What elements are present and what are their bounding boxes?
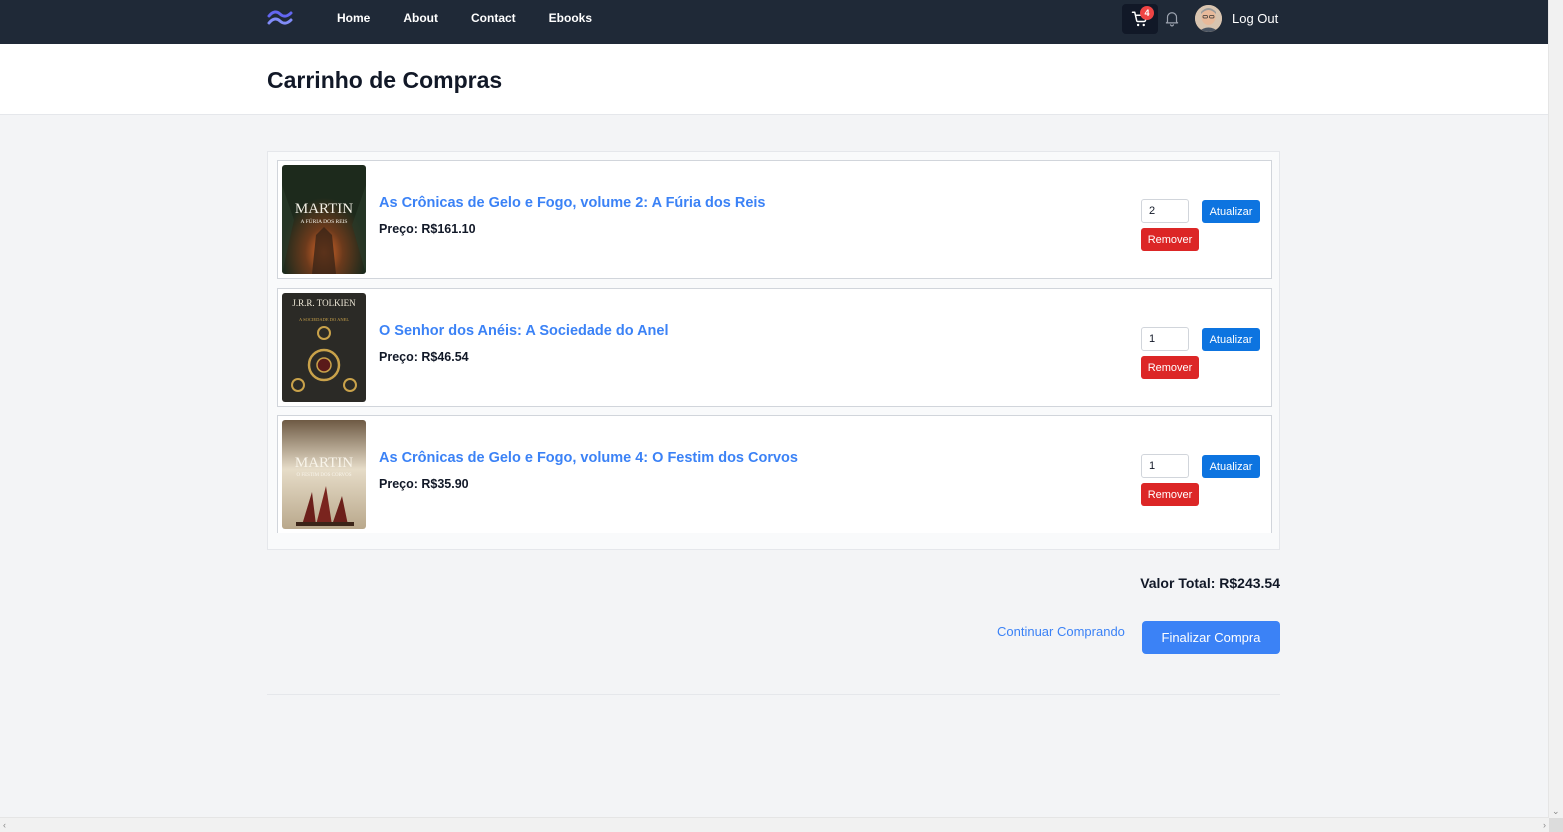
book-cover-art: J.R.R. TOLKIEN A SOCIEDADE DO ANEL xyxy=(282,293,366,402)
navbar-inner: Home About Contact Ebooks 4 Log Out xyxy=(267,0,1280,44)
item-price: Preço: R$46.54 xyxy=(379,350,469,364)
cover-author: J.R.R. TOLKIEN xyxy=(292,298,356,308)
book-cover-art: MARTIN O FESTIM DOS CORVOS xyxy=(282,420,366,529)
bell-icon[interactable] xyxy=(1163,9,1181,27)
cart-panel: MARTIN A FÚRIA DOS REIS As Crônicas de G… xyxy=(267,151,1280,550)
horizontal-scrollbar[interactable]: ‹ › xyxy=(0,817,1549,832)
remove-button[interactable]: Remover xyxy=(1141,483,1199,506)
logout-link[interactable]: Log Out xyxy=(1232,11,1278,26)
item-title[interactable]: As Crônicas de Gelo e Fogo, volume 4: O … xyxy=(379,450,798,466)
avatar[interactable] xyxy=(1195,5,1222,32)
update-button[interactable]: Atualizar xyxy=(1202,200,1260,223)
avatar-image xyxy=(1195,5,1222,32)
quantity-input[interactable] xyxy=(1141,327,1189,351)
cover-subtitle: A FÚRIA DOS REIS xyxy=(301,217,348,225)
nav-link-home[interactable]: Home xyxy=(337,11,370,25)
item-title[interactable]: As Crônicas de Gelo e Fogo, volume 2: A … xyxy=(379,195,765,211)
page-title: Carrinho de Compras xyxy=(267,67,503,93)
page-header: Carrinho de Compras xyxy=(0,44,1549,115)
item-price: Preço: R$35.90 xyxy=(379,477,469,491)
checkout-button[interactable]: Finalizar Compra xyxy=(1142,621,1280,654)
scroll-left-arrow-icon[interactable]: ‹ xyxy=(3,820,6,830)
item-title[interactable]: O Senhor dos Anéis: A Sociedade do Anel xyxy=(379,323,669,339)
quantity-input[interactable] xyxy=(1141,199,1189,223)
book-cover: MARTIN O FESTIM DOS CORVOS xyxy=(282,420,366,529)
navbar: Home About Contact Ebooks 4 Log Out xyxy=(0,0,1549,44)
cover-subtitle: A SOCIEDADE DO ANEL xyxy=(299,317,349,322)
cover-author: MARTIN xyxy=(295,201,353,217)
nav-link-contact[interactable]: Contact xyxy=(471,11,516,25)
nav-link-ebooks[interactable]: Ebooks xyxy=(549,11,592,25)
continue-shopping-link[interactable]: Continuar Comprando xyxy=(997,624,1125,639)
update-button[interactable]: Atualizar xyxy=(1202,328,1260,351)
scroll-down-arrow-icon[interactable]: ⌄ xyxy=(1552,806,1560,816)
nav-link-about[interactable]: About xyxy=(403,11,438,25)
cart-item: J.R.R. TOLKIEN A SOCIEDADE DO ANEL O Sen… xyxy=(277,288,1272,407)
cart-item: MARTIN A FÚRIA DOS REIS As Crônicas de G… xyxy=(277,160,1272,279)
nav-links: Home About Contact Ebooks xyxy=(337,0,625,36)
book-cover-art: MARTIN A FÚRIA DOS REIS xyxy=(282,165,366,274)
footer-divider xyxy=(267,694,1280,695)
book-cover: J.R.R. TOLKIEN A SOCIEDADE DO ANEL xyxy=(282,293,366,402)
vertical-scrollbar[interactable]: ⌄ xyxy=(1548,0,1563,818)
remove-button[interactable]: Remover xyxy=(1141,228,1199,251)
cover-subtitle: O FESTIM DOS CORVOS xyxy=(296,473,351,478)
total-amount: R$243.54 xyxy=(1219,575,1280,591)
total-label: Valor Total: xyxy=(1140,575,1216,591)
cart-count-badge: 4 xyxy=(1140,6,1154,20)
item-price: Preço: R$161.10 xyxy=(379,222,476,236)
cart-button[interactable]: 4 xyxy=(1122,4,1158,34)
update-button[interactable]: Atualizar xyxy=(1202,455,1260,478)
book-cover: MARTIN A FÚRIA DOS REIS xyxy=(282,165,366,274)
scroll-right-arrow-icon[interactable]: › xyxy=(1543,820,1546,830)
remove-button[interactable]: Remover xyxy=(1141,356,1199,379)
quantity-input[interactable] xyxy=(1141,454,1189,478)
logo-icon[interactable] xyxy=(267,9,293,27)
cover-author: MARTIN xyxy=(295,455,353,471)
cart-list[interactable]: MARTIN A FÚRIA DOS REIS As Crônicas de G… xyxy=(277,160,1272,533)
total-value: Valor Total: R$243.54 xyxy=(1140,575,1280,591)
scrollbar-corner xyxy=(1549,818,1563,832)
cart-item: MARTIN O FESTIM DOS CORVOS As Crônicas d… xyxy=(277,415,1272,533)
